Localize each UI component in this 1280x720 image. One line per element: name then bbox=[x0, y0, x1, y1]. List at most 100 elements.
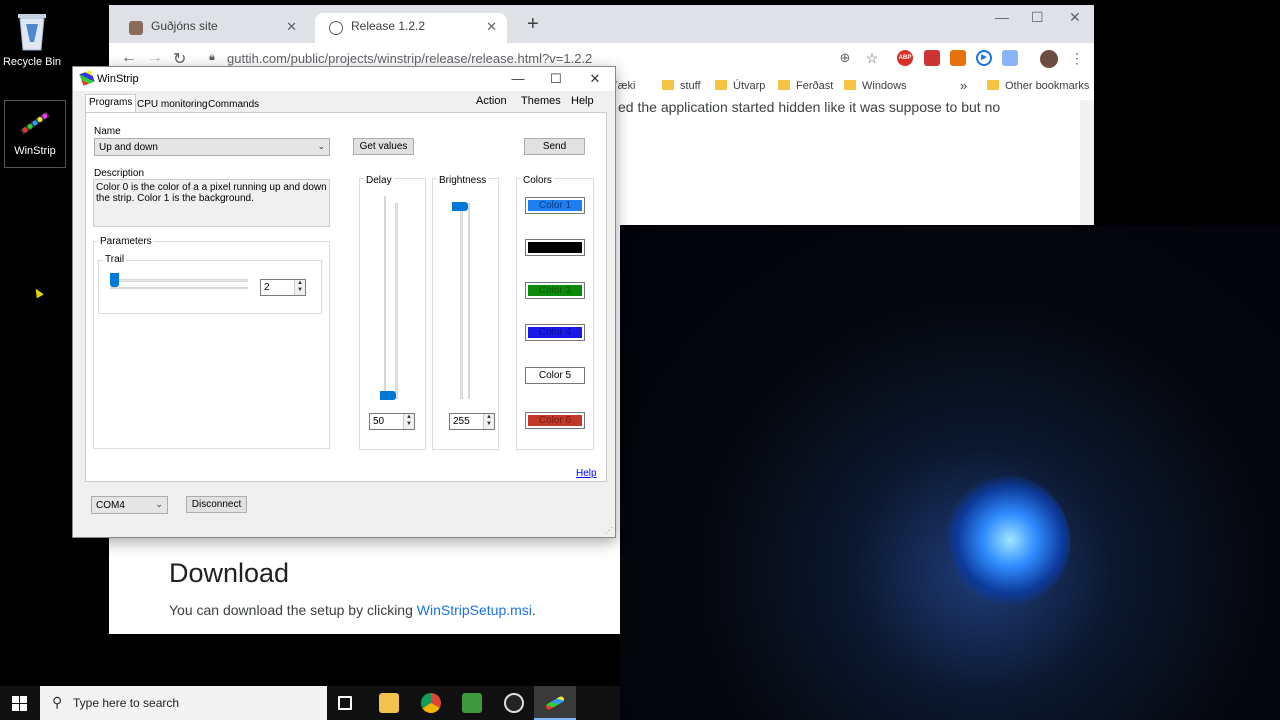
spin-arrows-icon[interactable]: ▲ ▼ bbox=[294, 280, 305, 295]
delay-slider-thumb[interactable] bbox=[380, 391, 396, 400]
winstrip-maximize-button[interactable]: ☐ bbox=[546, 71, 566, 87]
delay-group bbox=[359, 178, 426, 450]
recycle-bin-shortcut[interactable]: Recycle Bin bbox=[0, 8, 64, 68]
program-select[interactable]: Up and down ⌄ bbox=[94, 138, 330, 156]
brightness-value: 255 bbox=[453, 416, 470, 427]
back-icon[interactable]: ← bbox=[121, 49, 137, 67]
windows-start-icon[interactable] bbox=[12, 696, 28, 712]
play-icon[interactable]: ▶ bbox=[976, 50, 992, 66]
brightness-spinbox[interactable]: 255 ▲ ▼ bbox=[449, 413, 495, 430]
new-tab-button[interactable]: + bbox=[527, 13, 539, 36]
more-icon[interactable]: ⋮ bbox=[1069, 50, 1085, 66]
browser-tab-2[interactable]: Release 1.2.2 ✕ bbox=[315, 13, 507, 43]
send-button[interactable]: Send bbox=[524, 138, 585, 155]
extension2-icon[interactable] bbox=[1002, 50, 1018, 66]
winstrip-shortcut-label: WinStrip bbox=[14, 145, 56, 157]
page-scrollbar[interactable] bbox=[1080, 100, 1094, 230]
menu-themes[interactable]: Themes bbox=[521, 95, 561, 107]
color-4-button[interactable]: Color 4 bbox=[525, 324, 585, 341]
winstrip-window: WinStrip — ☐ ✕ Programs CPU monitoring C… bbox=[72, 66, 616, 538]
port-select[interactable]: COM4 ⌄ bbox=[91, 496, 168, 514]
winstrip-close-button[interactable]: ✕ bbox=[585, 71, 605, 87]
winstrip-minimize-button[interactable]: — bbox=[508, 71, 528, 86]
folder-icon bbox=[987, 80, 999, 90]
profile-avatar[interactable] bbox=[1040, 50, 1058, 68]
trail-value: 2 bbox=[264, 282, 270, 293]
winstrip-title: WinStrip bbox=[97, 73, 139, 85]
browser-tab-1[interactable]: Guðjóns site ✕ bbox=[115, 13, 307, 43]
trail-slider-thumb[interactable] bbox=[110, 273, 119, 287]
tab-cpu-monitoring[interactable]: CPU monitoring bbox=[133, 96, 212, 112]
brightness-slider-thumb[interactable] bbox=[452, 202, 468, 211]
trail-spinbox[interactable]: 2 ▲ ▼ bbox=[260, 279, 306, 296]
name-label: Name bbox=[94, 126, 121, 137]
delay-slider-track bbox=[395, 203, 398, 399]
folder-icon bbox=[662, 80, 674, 90]
tab-programs[interactable]: Programs bbox=[85, 94, 137, 112]
task-view-icon[interactable] bbox=[338, 696, 352, 710]
color-3-button[interactable]: Color 3 bbox=[525, 282, 585, 299]
resize-grip-icon[interactable]: ⋰ bbox=[605, 526, 613, 535]
abp-icon[interactable]: ABP bbox=[897, 50, 913, 66]
parameters-label: Parameters bbox=[98, 236, 154, 247]
file-explorer-icon[interactable] bbox=[379, 693, 399, 713]
recycle-bin-label: Recycle Bin bbox=[2, 56, 62, 68]
obs-icon[interactable] bbox=[504, 693, 524, 713]
download-paragraph: You can download the setup by clicking W… bbox=[169, 602, 536, 618]
brightness-slider-ticks bbox=[468, 203, 470, 399]
megaphone-icon[interactable] bbox=[950, 50, 966, 66]
bookmark-windows[interactable]: Windows bbox=[844, 80, 907, 92]
search-icon: ⚲ bbox=[52, 694, 63, 710]
webcam-video bbox=[620, 225, 1280, 720]
browser-close-button[interactable]: ✕ bbox=[1069, 9, 1081, 26]
bookmarks-overflow-button[interactable]: » bbox=[960, 78, 967, 93]
winstrip-app-icon bbox=[15, 105, 55, 141]
spin-arrows-icon[interactable]: ▲ ▼ bbox=[483, 414, 494, 429]
chrome-icon[interactable] bbox=[421, 693, 441, 713]
color-5-button[interactable]: Color 5 bbox=[525, 367, 585, 384]
menu-action[interactable]: Action bbox=[476, 95, 507, 107]
extension-icon[interactable] bbox=[924, 50, 940, 66]
tab-title: Guðjóns site bbox=[151, 19, 218, 33]
winstrip-title-icon bbox=[79, 70, 95, 86]
winstrip-taskbar-button[interactable] bbox=[534, 686, 576, 720]
tab-commands[interactable]: Commands bbox=[204, 96, 263, 112]
taskbar-search-box[interactable]: ⚲ Type here to search bbox=[40, 686, 327, 720]
browser-minimize-button[interactable]: — bbox=[995, 9, 1009, 25]
chevron-down-icon: ⌄ bbox=[155, 499, 163, 509]
mouse-cursor bbox=[32, 286, 44, 299]
chart-app-icon[interactable] bbox=[462, 693, 482, 713]
other-bookmarks[interactable]: Other bookmarks bbox=[987, 80, 1089, 92]
delay-label: Delay bbox=[364, 175, 394, 186]
close-tab-icon[interactable]: ✕ bbox=[286, 19, 297, 35]
bookmark-stuff[interactable]: stuff bbox=[662, 80, 701, 92]
bookmark-utvarp[interactable]: Útvarp bbox=[715, 80, 765, 92]
color-2-button[interactable]: Color 2 bbox=[525, 239, 585, 256]
site-favicon bbox=[129, 21, 143, 35]
zoom-icon[interactable]: ⊕ bbox=[837, 50, 853, 66]
browser-maximize-button[interactable]: ☐ bbox=[1031, 9, 1044, 26]
winstrip-titlebar[interactable]: WinStrip — ☐ ✕ bbox=[73, 67, 615, 91]
get-values-button[interactable]: Get values bbox=[353, 138, 414, 155]
recycle-bin-icon bbox=[12, 8, 52, 52]
winstrip-shortcut[interactable]: WinStrip bbox=[4, 100, 66, 168]
spin-arrows-icon[interactable]: ▲ ▼ bbox=[403, 414, 414, 429]
setup-download-link[interactable]: WinStripSetup.msi bbox=[417, 602, 532, 618]
brightness-slider-track bbox=[460, 203, 463, 399]
port-select-value: COM4 bbox=[96, 500, 125, 511]
bookmark-ferdast[interactable]: Ferðast bbox=[778, 80, 833, 92]
delay-spinbox[interactable]: 50 ▲ ▼ bbox=[369, 413, 415, 430]
tab-title: Release 1.2.2 bbox=[351, 19, 426, 33]
color-1-button[interactable]: Color 1 bbox=[525, 197, 585, 214]
search-placeholder: Type here to search bbox=[73, 696, 180, 710]
star-icon[interactable]: ☆ bbox=[864, 50, 880, 66]
url-text: guttih.com/public/projects/winstrip/rele… bbox=[227, 51, 593, 66]
color-6-button[interactable]: Color 6 bbox=[525, 412, 585, 429]
brightness-label: Brightness bbox=[437, 175, 489, 186]
colors-label: Colors bbox=[521, 175, 554, 186]
help-link[interactable]: Help bbox=[576, 468, 597, 479]
menu-help[interactable]: Help bbox=[571, 95, 594, 107]
disconnect-button[interactable]: Disconnect bbox=[186, 496, 247, 513]
close-tab-icon[interactable]: ✕ bbox=[486, 19, 497, 35]
forward-icon[interactable]: → bbox=[147, 49, 163, 67]
